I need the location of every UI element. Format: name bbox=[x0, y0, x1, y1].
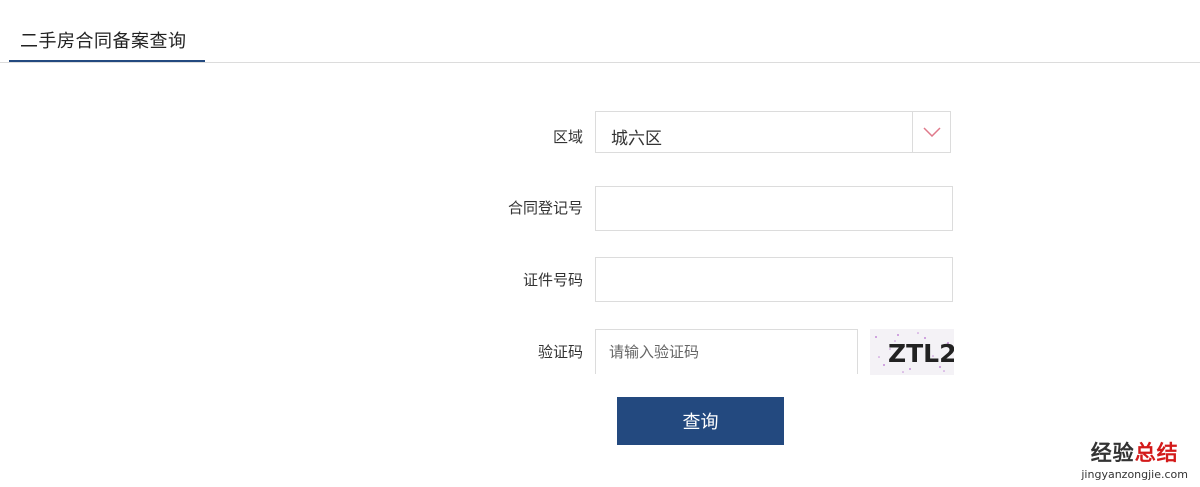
captcha-label: 验证码 bbox=[537, 343, 583, 361]
contract-number-input[interactable] bbox=[595, 186, 953, 231]
dropdown-toggle[interactable] bbox=[912, 112, 950, 152]
captcha-image[interactable]: ZTL2 bbox=[870, 329, 954, 375]
id-number-input[interactable] bbox=[595, 257, 953, 302]
watermark-url: jingyanzongjie.com bbox=[1081, 468, 1188, 481]
district-select[interactable]: 城六区 bbox=[595, 111, 951, 153]
tab-contract-filing-query[interactable]: 二手房合同备案查询 bbox=[9, 0, 205, 62]
watermark-brand-red: 总结 bbox=[1134, 441, 1179, 465]
watermark-brand-black: 经验 bbox=[1090, 441, 1135, 465]
tab-label: 二手房合同备案查询 bbox=[20, 31, 187, 52]
contract-number-label: 合同登记号 bbox=[507, 199, 583, 217]
watermark: 经验总结 jingyanzongjie.com bbox=[1081, 437, 1188, 481]
id-number-label: 证件号码 bbox=[522, 271, 583, 289]
chevron-down-icon bbox=[923, 127, 941, 137]
district-selected-value: 城六区 bbox=[611, 129, 662, 149]
captcha-graphic: ZTL2 bbox=[875, 332, 954, 373]
tab-bar: 二手房合同备案查询 bbox=[0, 0, 1200, 63]
captcha-text: ZTL2 bbox=[888, 339, 954, 368]
district-label: 区域 bbox=[552, 128, 583, 146]
query-button[interactable]: 查询 bbox=[617, 397, 784, 445]
captcha-input[interactable] bbox=[595, 329, 858, 374]
